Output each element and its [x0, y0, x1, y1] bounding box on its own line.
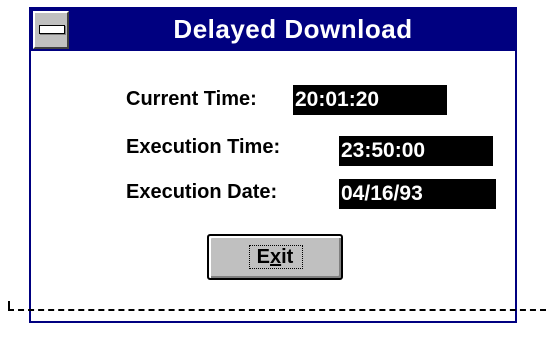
execution-time-value: 23:50:00 — [339, 136, 493, 166]
window-title: Delayed Download — [173, 14, 413, 44]
exit-button-label: Exit — [256, 246, 294, 268]
execution-date-value: 04/16/93 — [339, 179, 496, 209]
exit-button[interactable]: Exit — [207, 234, 343, 280]
title-bar[interactable]: Delayed Download — [31, 7, 515, 51]
current-time-value: 20:01:20 — [293, 85, 447, 115]
current-time-label: Current Time: — [126, 88, 257, 110]
resize-outline — [8, 309, 546, 311]
execution-time-label: Execution Time: — [126, 136, 281, 158]
system-menu-icon[interactable] — [33, 11, 69, 49]
system-menu-bar — [39, 25, 65, 34]
execution-date-label: Execution Date: — [126, 181, 278, 203]
delayed-download-window: Delayed Download Current Time: 20:01:20 … — [29, 7, 517, 323]
